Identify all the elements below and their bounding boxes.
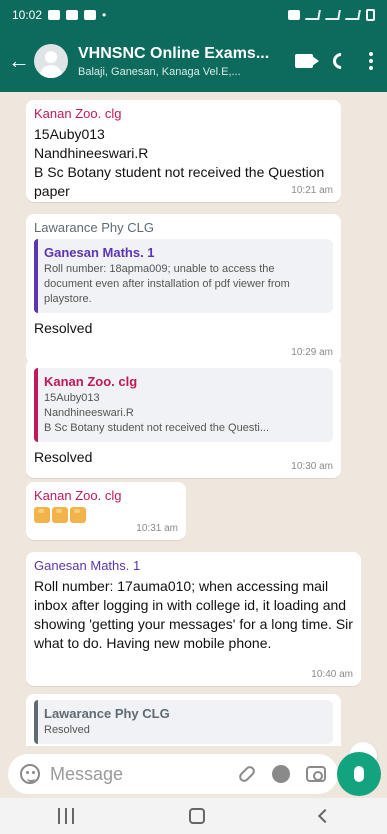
- message-sender: Kanan Zoo. clg: [34, 488, 122, 503]
- recent-apps-icon[interactable]: [57, 808, 74, 824]
- quoted-message[interactable]: Ganesan Maths. 1 Roll number: 18apma009;…: [34, 239, 333, 313]
- thumbs-up-icon: [34, 507, 50, 523]
- message-input[interactable]: Message: [8, 754, 338, 794]
- message-text: Roll number: 17auma010; when accessing m…: [34, 578, 353, 651]
- group-info[interactable]: VHNSNC Online Exams... Balaji, Ganesan, …: [78, 45, 274, 78]
- wifi-icon: [305, 10, 321, 20]
- message-bubble[interactable]: Kanan Zoo. clg 15Auby013 Nandhineeswari.…: [26, 100, 341, 202]
- message-bubble[interactable]: Kanan Zoo. clg 10:31 am: [26, 482, 186, 540]
- sim-icon: [288, 10, 300, 20]
- message-text: 15Auby013 Nandhineeswari.R B Sc Botany s…: [34, 126, 325, 199]
- thumbs-up-icon: [70, 507, 86, 523]
- message-placeholder: Message: [50, 763, 124, 784]
- quoted-text: Roll number: 18apma009; unable to access…: [44, 263, 290, 305]
- quoted-sender: Kanan Zoo. clg: [44, 374, 138, 389]
- message-composer: Message: [0, 750, 387, 798]
- message-time: 10:31 am: [136, 523, 178, 534]
- group-title: VHNSNC Online Exams...: [78, 44, 270, 62]
- attachment-icon[interactable]: [237, 764, 257, 784]
- message-time: 10:21 am: [291, 185, 333, 196]
- whatsapp-icon: [66, 10, 79, 20]
- dot-icon: •: [102, 8, 107, 22]
- group-avatar[interactable]: [34, 44, 68, 78]
- quoted-text: 15Auby013 Nandhineeswari.R B Sc Botany s…: [44, 392, 270, 434]
- whatsapp-icon: [84, 10, 97, 20]
- message-bubble[interactable]: Kanan Zoo. clg 15Auby013 Nandhineeswari.…: [26, 358, 341, 478]
- message-time: 10:29 am: [291, 347, 333, 358]
- message-bubble[interactable]: Ganesan Maths. 1 Roll number: 17auma010;…: [26, 552, 361, 686]
- system-back-icon[interactable]: [317, 808, 332, 824]
- video-call-icon[interactable]: [295, 54, 319, 68]
- message-icon: [48, 10, 61, 20]
- signal-icon: [325, 10, 341, 20]
- quoted-text: Resolved: [44, 724, 90, 736]
- payment-icon[interactable]: [272, 765, 290, 783]
- quoted-sender: Ganesan Maths. 1: [44, 245, 155, 260]
- system-nav-bar: [0, 798, 387, 834]
- chat-header: ← VHNSNC Online Exams... Balaji, Ganesan…: [0, 30, 387, 92]
- signal-icon: [345, 10, 361, 20]
- home-icon[interactable]: [188, 808, 205, 824]
- chat-messages[interactable]: Kanan Zoo. clg 15Auby013 Nandhineeswari.…: [0, 92, 387, 746]
- message-bubble[interactable]: Lawarance Phy CLG Resolved: [26, 694, 341, 746]
- message-time: 10:30 am: [291, 461, 333, 472]
- status-bar: 10:02 •: [0, 0, 387, 30]
- message-sender: Kanan Zoo. clg: [34, 106, 122, 121]
- message-sender: Lawarance Phy CLG: [34, 220, 154, 235]
- message-text: Resolved: [34, 449, 93, 465]
- emoji-icon[interactable]: [20, 764, 40, 784]
- battery-icon: [366, 9, 375, 21]
- group-members: Balaji, Ganesan, Kanaga Vel.E,...: [78, 65, 241, 78]
- more-options-icon[interactable]: [369, 52, 373, 70]
- quoted-message[interactable]: Kanan Zoo. clg 15Auby013 Nandhineeswari.…: [34, 368, 333, 442]
- message-bubble[interactable]: Lawarance Phy CLG Ganesan Maths. 1 Roll …: [26, 214, 341, 364]
- back-icon[interactable]: ←: [6, 48, 32, 74]
- message-sender: Ganesan Maths. 1: [34, 558, 141, 573]
- status-time: 10:02: [12, 8, 43, 22]
- mic-icon: [354, 766, 364, 782]
- message-text: Resolved: [34, 320, 93, 336]
- camera-icon[interactable]: [306, 766, 326, 782]
- voice-call-icon[interactable]: [329, 49, 353, 73]
- voice-message-button[interactable]: [337, 752, 381, 796]
- thumbs-up-icon: [52, 507, 68, 523]
- message-time: 10:40 am: [311, 669, 353, 680]
- quoted-message[interactable]: Lawarance Phy CLG Resolved: [34, 700, 333, 744]
- quoted-sender: Lawarance Phy CLG: [44, 706, 170, 721]
- emoji-row: [34, 507, 178, 523]
